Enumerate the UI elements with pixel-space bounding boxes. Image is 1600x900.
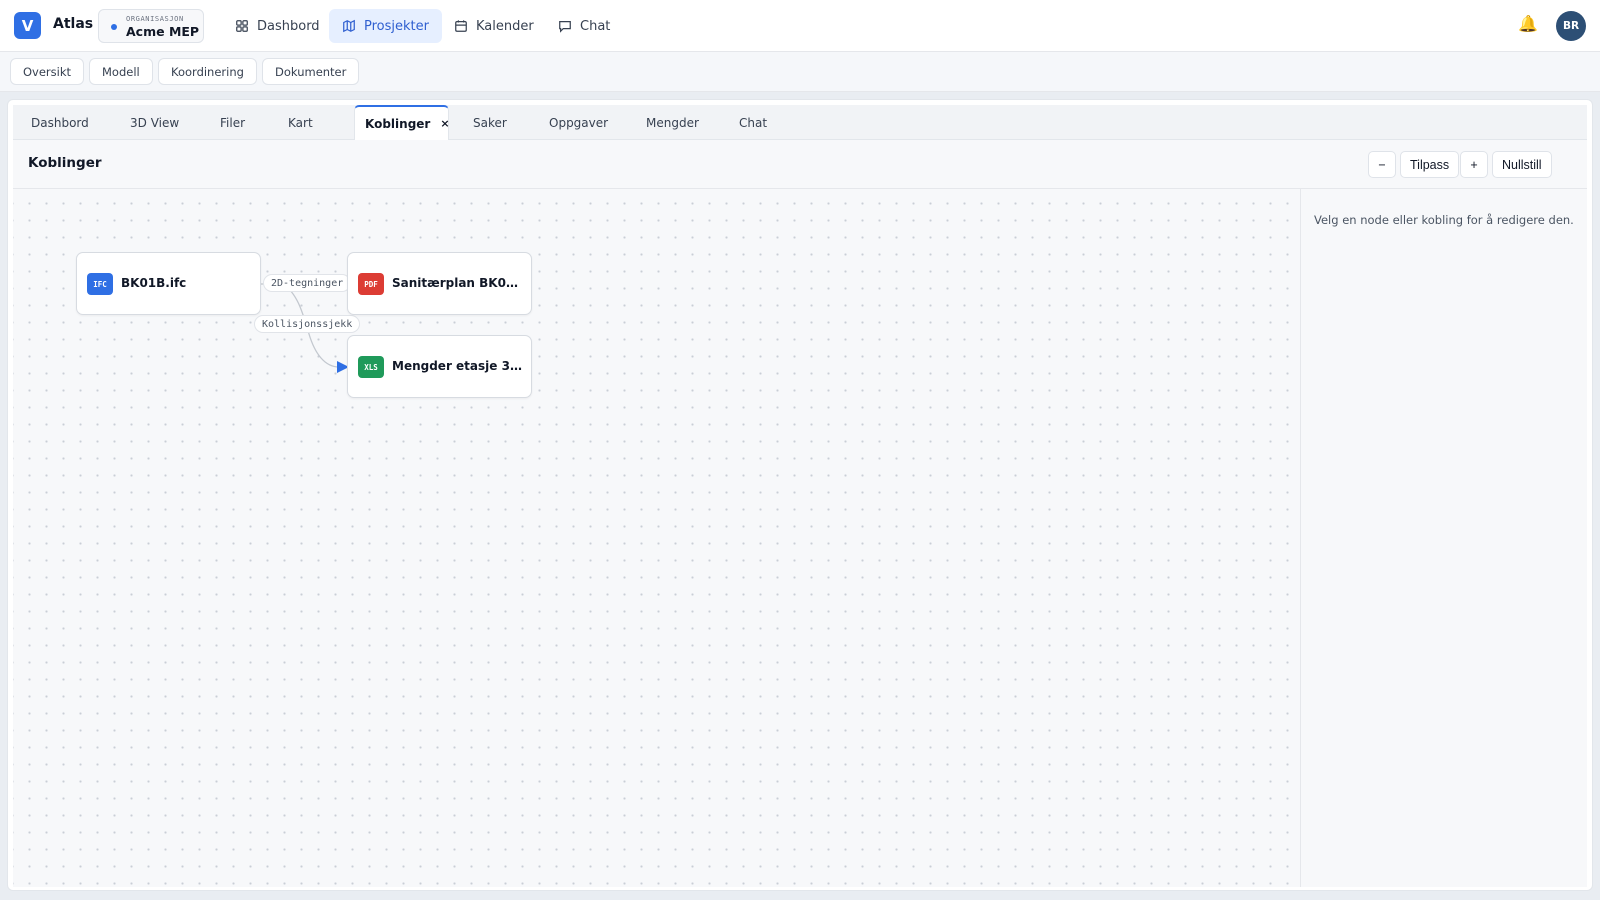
node-label: Mengder etasje 3.xlsx xyxy=(392,359,524,373)
pdf-file-icon: PDF xyxy=(358,273,384,295)
subnav-koordinering[interactable]: Koordinering xyxy=(158,58,257,85)
workspace-panel: Dashbord 3D View Filer Kart Koblinger × … xyxy=(7,99,1593,891)
xls-file-icon: XLS xyxy=(358,356,384,378)
edge-label-2d-tegninger[interactable]: 2D-tegninger xyxy=(263,274,352,292)
calendar-icon xyxy=(455,20,467,32)
subnav-dokumenter[interactable]: Dokumenter xyxy=(262,58,360,85)
nav-label: Prosjekter xyxy=(364,18,429,34)
tab-chat[interactable]: Chat xyxy=(729,105,777,140)
graph-canvas[interactable]: 2D-tegninger Kollisjonssjekk IFC BK01B.i… xyxy=(13,189,1300,887)
close-tab-icon[interactable]: × xyxy=(440,117,449,130)
tab-label: Oppgaver xyxy=(549,115,609,130)
app-name: Atlas xyxy=(53,16,94,32)
nav-item-dashbord[interactable]: Dashbord xyxy=(222,9,333,43)
nav-label: Dashbord xyxy=(257,18,320,34)
tab-mengder[interactable]: Mengder xyxy=(636,105,709,140)
tab-dashbord[interactable]: Dashbord xyxy=(21,105,99,140)
tab-label: Koblinger xyxy=(365,116,431,131)
tab-label: Filer xyxy=(220,115,246,130)
org-name: Acme MEP xyxy=(126,24,200,39)
edge-label-kollisjonssjekk[interactable]: Kollisjonssjekk xyxy=(254,315,361,333)
tab-label: Chat xyxy=(739,115,768,130)
graph-node-xls[interactable]: XLS Mengder etasje 3.xlsx xyxy=(347,335,532,398)
nav-label: Kalender xyxy=(476,18,534,34)
tab-koblinger[interactable]: Koblinger × xyxy=(354,105,450,140)
subnav-modell[interactable]: Modell xyxy=(89,58,153,85)
fit-view-button[interactable]: Tilpass xyxy=(1400,151,1460,178)
pane-header: Koblinger − Tilpass + Nullstill xyxy=(13,140,1587,189)
app-logo[interactable]: V xyxy=(14,12,41,39)
graph-node-ifc[interactable]: IFC BK01B.ifc xyxy=(76,252,261,315)
tab-label: Kart xyxy=(288,115,313,130)
map-icon xyxy=(343,19,355,33)
inspector-panel: Velg en node eller kobling for å rediger… xyxy=(1300,189,1587,887)
tab-bar: Dashbord 3D View Filer Kart Koblinger × … xyxy=(13,105,1587,140)
node-label: BK01B.ifc xyxy=(121,276,187,290)
tab-3d-view[interactable]: 3D View xyxy=(120,105,189,140)
graph-node-pdf[interactable]: PDF Sanitærplan BK01B.p... xyxy=(347,252,532,315)
reset-view-button[interactable]: Nullstill xyxy=(1492,151,1552,178)
tab-label: Dashbord xyxy=(31,115,89,130)
dashboard-icon xyxy=(236,20,248,32)
nav-item-kalender[interactable]: Kalender xyxy=(441,9,547,43)
tab-oppgaver[interactable]: Oppgaver xyxy=(539,105,618,140)
ifc-file-icon: IFC xyxy=(87,273,113,295)
nav-label: Chat xyxy=(580,18,611,34)
inspector-hint: Velg en node eller kobling for å rediger… xyxy=(1314,213,1574,227)
tab-kart[interactable]: Kart xyxy=(278,105,323,140)
org-label: ORGANISASJON xyxy=(126,15,184,23)
top-bar: V Atlas ORGANISASJON Acme MEP Dashbord P… xyxy=(0,0,1600,52)
organization-switcher[interactable]: ORGANISASJON Acme MEP xyxy=(98,9,204,43)
nav-item-prosjekter[interactable]: Prosjekter xyxy=(329,9,442,43)
bell-icon[interactable]: 🔔 xyxy=(1518,14,1538,33)
tab-saker[interactable]: Saker xyxy=(463,105,517,140)
tab-filer[interactable]: Filer xyxy=(210,105,255,140)
tab-label: 3D View xyxy=(130,115,180,130)
project-subnav: Oversikt Modell Koordinering Dokumenter xyxy=(0,52,1600,92)
tab-label: Mengder xyxy=(646,115,699,130)
subnav-oversikt[interactable]: Oversikt xyxy=(10,58,85,85)
zoom-out-button[interactable]: − xyxy=(1368,151,1396,178)
org-status-dot xyxy=(111,24,117,30)
node-label: Sanitærplan BK01B.p... xyxy=(392,276,524,290)
user-avatar[interactable]: BR xyxy=(1556,11,1586,41)
zoom-in-button[interactable]: + xyxy=(1460,151,1488,178)
page-title: Koblinger xyxy=(28,155,102,171)
nav-item-chat[interactable]: Chat xyxy=(545,9,623,43)
tab-label: Saker xyxy=(473,115,507,130)
chat-icon xyxy=(559,21,571,33)
